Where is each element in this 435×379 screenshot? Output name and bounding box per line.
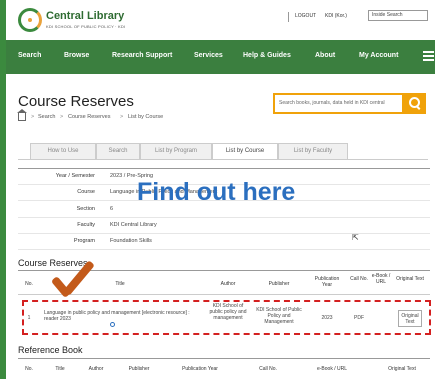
ref-col-publisher: Publisher xyxy=(128,366,150,372)
logo-dot xyxy=(28,18,32,22)
logout-link[interactable]: LOGOUT xyxy=(295,13,316,19)
nav-my-account[interactable]: My Account xyxy=(359,52,398,59)
breadcrumb-separator: > xyxy=(31,114,35,120)
nav-search[interactable]: Search xyxy=(18,52,41,59)
ref-col-title: Title xyxy=(55,366,65,372)
section-divider xyxy=(18,358,430,359)
info-table-top-border xyxy=(18,168,430,169)
nav-services[interactable]: Services xyxy=(194,52,223,59)
info-label: Year / Semester xyxy=(55,173,95,179)
util-separator xyxy=(288,12,289,22)
brand-subtitle: KDI SCHOOL OF PUBLIC POLICY · KDI xyxy=(46,24,126,29)
col-author: Author xyxy=(220,281,236,287)
reference-book-heading: Reference Book xyxy=(18,345,83,355)
home-icon[interactable] xyxy=(17,109,27,121)
info-value: 6 xyxy=(110,206,114,212)
tab-list-by-faculty[interactable]: List by Faculty xyxy=(278,143,348,160)
tab-how-to-use[interactable]: How to Use xyxy=(30,143,96,160)
col-publisher: Publisher xyxy=(268,281,290,287)
breadcrumb-list-by-course[interactable]: List by Course xyxy=(128,114,163,120)
catalog-search-input[interactable]: Search books, journals, data held in KDI… xyxy=(273,93,404,114)
info-divider xyxy=(18,249,430,250)
inside-search-input[interactable]: Inside Search xyxy=(368,10,428,21)
info-divider xyxy=(18,217,430,218)
ref-col-call-no: Call No. xyxy=(259,366,277,372)
library-logo[interactable] xyxy=(18,8,42,32)
breadcrumb-search[interactable]: Search xyxy=(38,114,55,120)
tab-bar: How to Use Search List by Program List b… xyxy=(30,143,350,160)
main-nav: Search Browse Research Support Services … xyxy=(6,40,435,74)
breadcrumb-separator: > xyxy=(120,114,124,120)
tab-underline xyxy=(18,159,428,160)
col-ebook-url: e-Book / URL xyxy=(371,273,391,285)
info-value: Foundation Skills xyxy=(110,238,152,244)
checkmark-annotation-icon xyxy=(55,258,97,298)
ref-col-author: Author xyxy=(88,366,104,372)
col-publication-year: Publication Year xyxy=(314,276,340,288)
col-original-text: Original Text xyxy=(396,276,424,282)
mouse-cursor-icon: ⇱ xyxy=(352,233,359,242)
info-label: Program xyxy=(73,238,95,244)
ref-col-publication-year: Publication Year xyxy=(182,366,218,372)
info-label: Faculty xyxy=(77,222,95,228)
nav-about[interactable]: About xyxy=(315,52,335,59)
breadcrumb-separator: > xyxy=(60,114,64,120)
info-label: Course xyxy=(77,189,95,195)
search-icon[interactable] xyxy=(404,93,426,114)
breadcrumb-course-reserves[interactable]: Course Reserves xyxy=(68,114,111,120)
col-call-no: Call No. xyxy=(350,276,368,282)
nav-help-guides[interactable]: Help & Guides xyxy=(243,52,291,59)
ref-col-ebook-url: e-Book / URL xyxy=(316,366,347,372)
menu-icon[interactable] xyxy=(423,51,434,61)
nav-research-support[interactable]: Research Support xyxy=(112,52,172,59)
tab-list-by-program[interactable]: List by Program xyxy=(140,143,212,160)
highlight-dashed-box xyxy=(22,300,431,335)
tab-list-by-course[interactable]: List by Course xyxy=(212,143,278,160)
info-value: KDI Central Library xyxy=(110,222,157,228)
language-link[interactable]: KDI (Kor.) xyxy=(325,13,347,19)
col-title: Title xyxy=(115,281,125,287)
info-divider xyxy=(18,233,430,234)
find-out-here-annotation: Find out here xyxy=(137,178,296,206)
site-header: Central Library KDI SCHOOL OF PUBLIC POL… xyxy=(6,0,435,40)
nav-browse[interactable]: Browse xyxy=(64,52,89,59)
ref-col-original-text: Original Text xyxy=(388,366,416,372)
tab-search[interactable]: Search xyxy=(96,143,140,160)
ref-col-no: No. xyxy=(25,366,33,372)
page-title: Course Reserves xyxy=(18,93,134,110)
info-label: Section xyxy=(76,206,95,212)
brand-name[interactable]: Central Library xyxy=(46,10,124,22)
col-no: No. xyxy=(25,281,33,287)
